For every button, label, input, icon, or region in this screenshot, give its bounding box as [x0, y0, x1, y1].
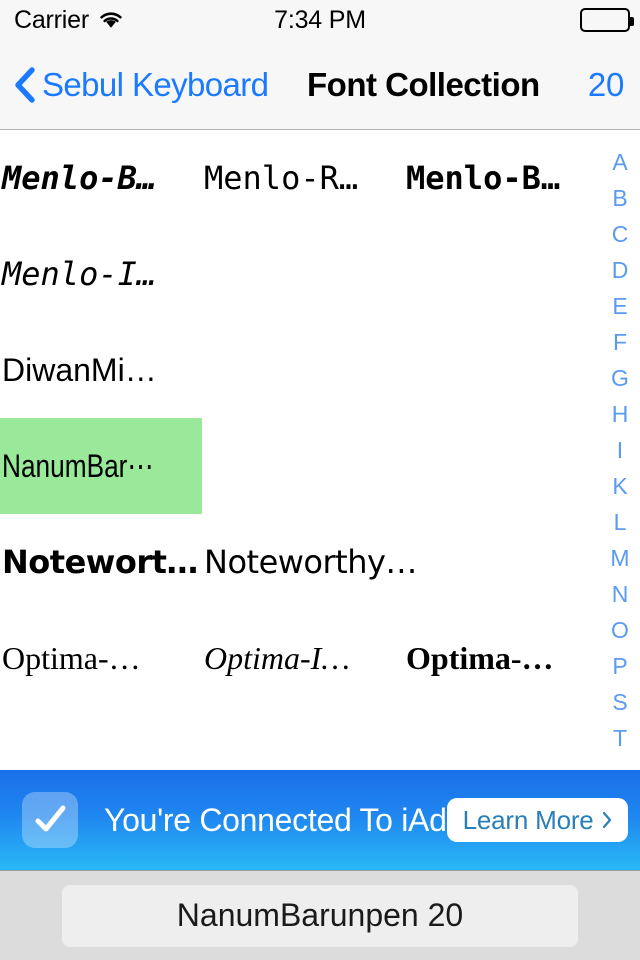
index-letter-l[interactable]: L — [600, 504, 640, 540]
font-cell[interactable]: Noteworthy… — [202, 514, 417, 610]
index-letter-a[interactable]: A — [600, 144, 640, 180]
font-cell-empty — [202, 226, 404, 322]
font-cell[interactable]: Menlo-B… — [0, 130, 202, 226]
font-cell-label: DiwanMi… — [2, 352, 157, 388]
index-letter-n[interactable]: N — [600, 576, 640, 612]
font-grid-row: DiwanMi… — [0, 322, 640, 418]
checkmark-icon — [22, 792, 78, 848]
chevron-left-icon — [14, 66, 36, 104]
font-cell-label: Optima-… — [2, 640, 141, 676]
font-cell[interactable]: Optima-… — [404, 610, 606, 706]
ad-banner[interactable]: You're Connected To iAd Learn More — [0, 770, 640, 870]
font-cell-empty — [202, 322, 404, 418]
font-cell-label: Optima-… — [406, 640, 554, 676]
index-letter-p[interactable]: P — [600, 648, 640, 684]
index-letter-i[interactable]: I — [600, 432, 640, 468]
index-letter-g[interactable]: G — [600, 360, 640, 396]
back-button[interactable]: Sebul Keyboard — [14, 40, 269, 129]
index-letter-s[interactable]: S — [600, 684, 640, 720]
font-cell-label: Menlo-R… — [204, 159, 359, 197]
font-grid-row: Menlo-B… Menlo-R… Menlo-B… — [0, 130, 640, 226]
font-cell-empty — [404, 418, 606, 514]
app-root: Carrier 7:34 PM Sebul Keyboard Font Coll… — [0, 0, 640, 960]
index-letter-b[interactable]: B — [600, 180, 640, 216]
learn-more-label: Learn More — [462, 804, 594, 835]
index-letter-e[interactable]: E — [600, 288, 640, 324]
alphabet-index-strip[interactable]: ABCDEFGHIKLMNOPST — [600, 130, 640, 770]
index-letter-k[interactable]: K — [600, 468, 640, 504]
status-bar-clock: 7:34 PM — [274, 5, 366, 34]
font-grid-row: NanumBar⋯ — [0, 418, 640, 514]
index-letter-c[interactable]: C — [600, 216, 640, 252]
font-cell[interactable]: Notewort… — [0, 514, 202, 610]
font-cell-label: Optima-I… — [204, 640, 350, 676]
index-letter-m[interactable]: M — [600, 540, 640, 576]
battery-full-icon — [580, 8, 634, 32]
font-cell[interactable]: Menlo-R… — [202, 130, 404, 226]
status-bar: Carrier 7:34 PM — [0, 0, 640, 40]
font-cell[interactable]: Menlo-B… — [404, 130, 606, 226]
back-button-label: Sebul Keyboard — [42, 65, 269, 103]
chevron-right-icon — [602, 811, 612, 829]
ad-banner-text: You're Connected To iAd — [104, 801, 447, 838]
index-letter-d[interactable]: D — [600, 252, 640, 288]
font-size-button[interactable]: 20 — [588, 40, 624, 129]
index-letter-t[interactable]: T — [600, 720, 640, 756]
status-bar-right — [580, 0, 634, 40]
font-cell-label: Menlo-B… — [2, 159, 157, 197]
font-cell[interactable]: Optima-… — [0, 610, 202, 706]
font-cell-empty — [404, 226, 606, 322]
font-cell-label: NanumBar⋯ — [2, 448, 154, 484]
font-grid[interactable]: Menlo-B… Menlo-R… Menlo-B… Menlo-I… DiwanMi…… — [0, 130, 640, 770]
font-cell-label: Menlo-I… — [2, 255, 157, 293]
bottom-toolbar: NanumBarunpen 20 — [0, 870, 640, 960]
font-cell[interactable]: DiwanMi… — [0, 322, 202, 418]
font-cell-empty — [404, 514, 606, 610]
font-cell[interactable]: Optima-I… — [202, 610, 404, 706]
index-letter-f[interactable]: F — [600, 324, 640, 360]
page-title: Font Collection — [307, 65, 540, 103]
learn-more-button[interactable]: Learn More — [446, 798, 628, 842]
index-letter-o[interactable]: O — [600, 612, 640, 648]
font-cell-empty — [202, 418, 404, 514]
font-cell-label: Notewort… — [2, 543, 198, 581]
font-cell[interactable]: Menlo-I… — [0, 226, 202, 322]
font-cell-label: Noteworthy… — [204, 543, 417, 581]
font-cell-empty — [404, 322, 606, 418]
font-cell[interactable]: NanumBar⋯ — [0, 418, 202, 514]
index-letter-h[interactable]: H — [600, 396, 640, 432]
selected-font-field[interactable]: NanumBarunpen 20 — [62, 884, 578, 947]
navigation-bar: Sebul Keyboard Font Collection 20 — [0, 40, 640, 130]
font-grid-row: Optima-… Optima-I… Optima-… — [0, 610, 640, 706]
font-cell-label: Menlo-B… — [406, 159, 561, 197]
font-grid-row: Menlo-I… — [0, 226, 640, 322]
font-grid-row: Notewort… Noteworthy… — [0, 514, 640, 610]
